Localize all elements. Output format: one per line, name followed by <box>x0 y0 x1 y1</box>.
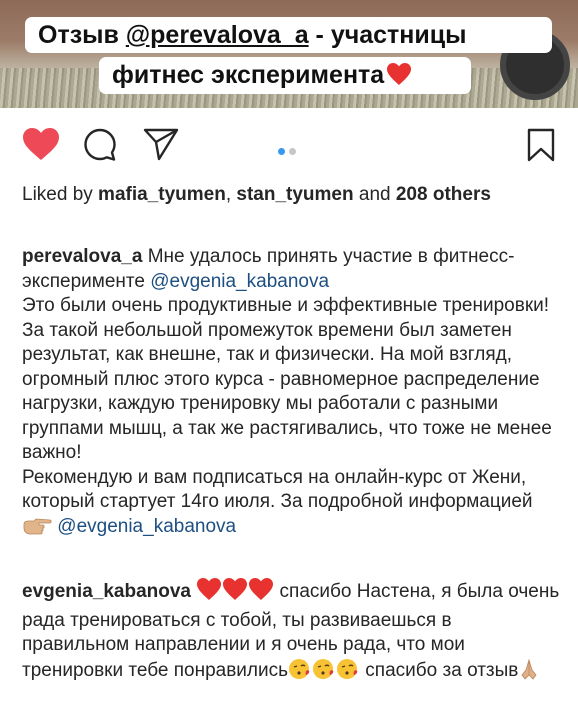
paper-plane-icon[interactable] <box>143 127 179 161</box>
bookmark-icon[interactable] <box>526 128 556 162</box>
red-heart-emoji-icon <box>222 577 248 609</box>
caption-mention-1[interactable]: @evgenia_kabanova <box>150 271 329 292</box>
liker-username-2[interactable]: stan_tyumen <box>236 184 353 205</box>
carousel-dots <box>278 142 300 160</box>
carousel-dot-inactive <box>289 148 296 155</box>
caption-mention-2[interactable]: @evgenia_kabanova <box>57 516 236 537</box>
red-heart-emoji-icon <box>386 62 412 94</box>
likes-prefix: Liked by <box>22 184 99 205</box>
caption-paragraph-3: Рекомендую и вам подписаться на онлайн-к… <box>22 466 562 544</box>
story-background-photo: Отзыв @perevalova_a - участницы фитнес э… <box>0 0 578 108</box>
folded-hands-emoji-icon <box>518 658 540 688</box>
comment-bubble-icon[interactable] <box>83 128 117 162</box>
likes-separator: , <box>225 184 237 205</box>
carousel-dot-active <box>278 148 285 155</box>
comment-text-2: спасибо за отзыв <box>360 659 519 681</box>
banner-text-line2: фитнес эксперимента <box>112 61 385 89</box>
story-banner-line-2: фитнес эксперимента <box>99 57 471 94</box>
comment-item: evgenia_kabanova спасибо Настена, я была… <box>22 577 562 687</box>
banner-mention-link[interactable]: @perevalova_a <box>126 21 309 49</box>
comment-author-username[interactable]: evgenia_kabanova <box>22 581 191 602</box>
likes-others-count[interactable]: 208 others <box>396 184 491 205</box>
kiss-face-emoji-icon <box>336 658 360 688</box>
red-heart-emoji-icon <box>196 577 222 609</box>
caption-author-username[interactable]: perevalova_a <box>22 246 142 267</box>
story-banner-line-1: Отзыв @perevalova_a - участницы <box>25 17 552 53</box>
caption-paragraph-1: perevalova_a Мне удалось принять участие… <box>22 245 562 294</box>
caption-paragraph-2: Это были очень продуктивные и эффективны… <box>22 295 552 463</box>
instagram-post-card: Liked by mafia_tyumen, stan_tyumen and 2… <box>0 108 578 707</box>
caption-text-3: Рекомендую и вам подписаться на онлайн-к… <box>22 466 533 513</box>
banner-text-suffix: - участницы <box>308 21 467 49</box>
liker-username-1[interactable]: mafia_tyumen <box>98 184 226 205</box>
banner-text-prefix: Отзыв <box>38 21 126 49</box>
post-caption: perevalova_a Мне удалось принять участие… <box>22 245 562 543</box>
kiss-face-emoji-icon <box>312 658 336 688</box>
pointing-hand-emoji-icon <box>22 516 52 544</box>
kiss-face-emoji-icon <box>288 658 312 688</box>
post-action-bar <box>0 108 578 180</box>
heart-filled-icon[interactable] <box>22 127 60 161</box>
red-heart-emoji-icon <box>248 577 274 609</box>
likes-and: and <box>353 184 396 205</box>
likes-summary: Liked by mafia_tyumen, stan_tyumen and 2… <box>22 183 562 208</box>
